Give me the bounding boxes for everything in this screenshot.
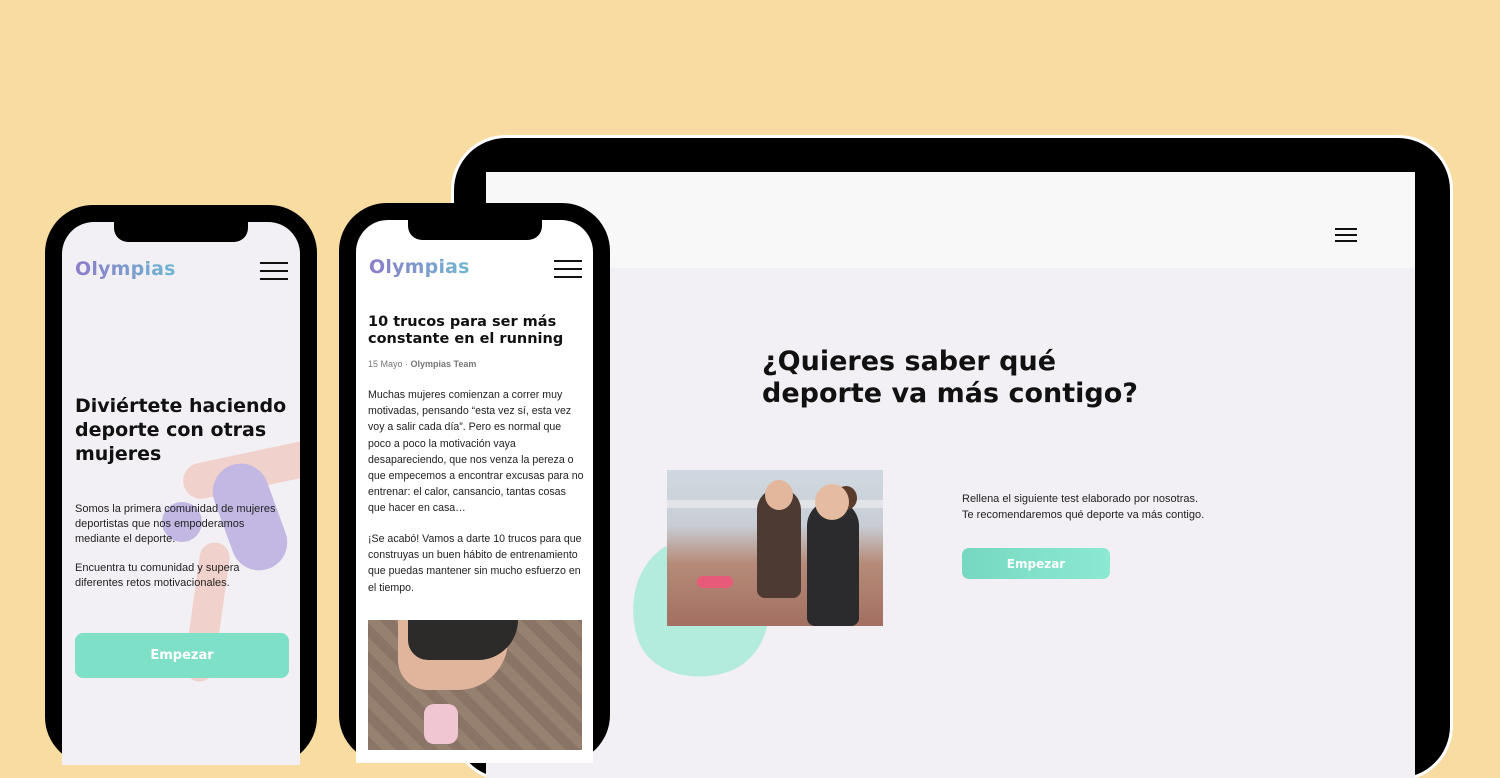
article-author: Olympias Team <box>410 359 477 369</box>
phone-home-screen: Olympias Diviértete haciendo deporte con… <box>62 222 300 765</box>
hamburger-menu-icon[interactable] <box>260 262 288 280</box>
quiz-description: Rellena el siguiente test elaborado por … <box>962 491 1262 523</box>
phone-article: Olympias 10 trucos para ser más constant… <box>339 203 610 763</box>
article-meta: 15 Mayo · Olympias Team <box>368 359 476 369</box>
article-paragraph-1: Muchas mujeres comienzan a correr muy mo… <box>368 389 584 515</box>
hamburger-menu-icon[interactable] <box>554 260 582 278</box>
phone-notch <box>114 222 248 242</box>
hero-text-1: Somos la primera comunidad de mujeres de… <box>75 503 276 545</box>
phone-home: Olympias Diviértete haciendo deporte con… <box>45 205 317 765</box>
tablet-screen: ¿Quieres saber qué deporte va más contig… <box>486 172 1415 778</box>
article-paragraph-2: ¡Se acabó! Vamos a darte 10 trucos para … <box>368 533 582 594</box>
article-date: 15 Mayo · <box>368 359 411 369</box>
olympias-logo[interactable]: Olympias <box>75 258 176 280</box>
quiz-description-line2: Te recomendaremos qué deporte va más con… <box>962 509 1205 521</box>
tying-shoe-photo <box>368 620 582 750</box>
tablet-header <box>486 172 1415 268</box>
start-quiz-button[interactable]: Empezar <box>962 548 1110 579</box>
olympias-logo[interactable]: Olympias <box>369 256 470 278</box>
quiz-title: ¿Quieres saber qué deporte va más contig… <box>762 346 1138 409</box>
phone-notch <box>407 220 542 240</box>
quiz-description-line1: Rellena el siguiente test elaborado por … <box>962 493 1199 505</box>
hamburger-menu-icon[interactable] <box>1335 228 1357 242</box>
hero-title: Diviértete haciendo deporte con otras mu… <box>75 395 287 465</box>
women-sitting-photo <box>667 470 883 626</box>
article-title: 10 trucos para ser más constante en el r… <box>368 314 564 347</box>
phone-article-screen: Olympias 10 trucos para ser más constant… <box>356 220 593 763</box>
start-button[interactable]: Empezar <box>75 633 289 678</box>
hero-text-2: Encuentra tu comunidad y supera diferent… <box>75 562 240 589</box>
